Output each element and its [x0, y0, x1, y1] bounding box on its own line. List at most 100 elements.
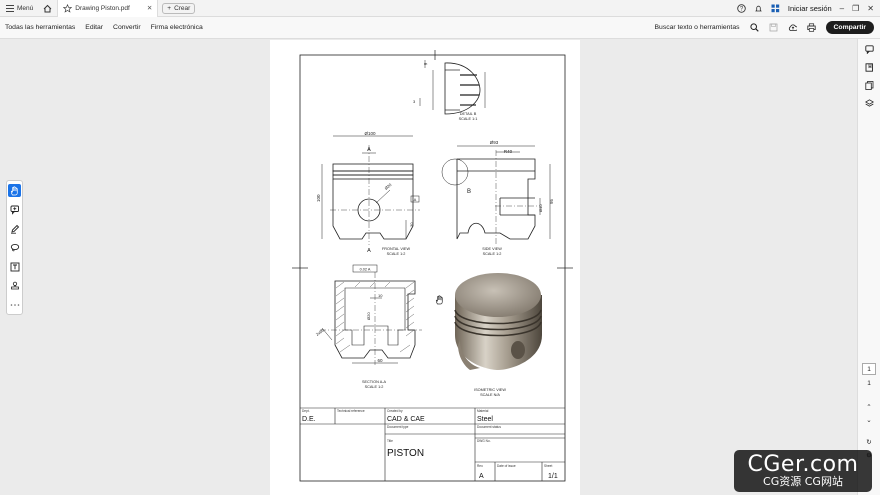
dim-d20-section: Ø20 [366, 312, 371, 320]
dim-d100: Ø100 [364, 131, 376, 136]
watermark-main: CGer.com [747, 452, 859, 477]
new-tab-label: Crear [174, 4, 191, 12]
dim-30: 30 [409, 222, 414, 227]
dim-95: 95 [549, 198, 554, 204]
add-comment-tool[interactable] [8, 203, 21, 216]
iso-view-label: ISOMETRIC VIEW [474, 388, 506, 392]
datum-a-box: A [414, 197, 417, 202]
dim-2x60: 2x60 [315, 327, 326, 337]
side-view-label: SIDE VIEW [482, 247, 502, 251]
tb-dept-label: Dept. [302, 409, 310, 413]
dim-m: m [424, 61, 428, 66]
main-toolbar: Todas las herramientas Editar Convertir … [0, 17, 880, 39]
stamp-tool[interactable] [8, 279, 21, 292]
pages-panel-icon[interactable] [864, 81, 874, 90]
tb-techref-label: Technical reference [337, 409, 365, 413]
menu-all-tools[interactable]: Todas las herramientas [0, 24, 80, 31]
tb-rev-value: A [479, 473, 484, 480]
plus-icon: + [167, 4, 172, 12]
draw-tool[interactable] [8, 241, 21, 254]
title-block [300, 407, 565, 481]
notifications-icon[interactable] [754, 4, 763, 13]
tb-sheet-label: Sheet [544, 464, 552, 468]
close-window-button[interactable]: ✕ [867, 4, 874, 13]
tb-title-label: Title [387, 439, 393, 443]
hamburger-icon [5, 4, 14, 13]
page-indicator-box[interactable]: 1 [862, 363, 876, 375]
cut-a-bottom: A [367, 248, 371, 254]
previous-page-icon[interactable]: ⌃ [866, 403, 871, 411]
tb-dept-value: D.E. [302, 416, 316, 423]
menu-button[interactable]: Menú [0, 0, 38, 17]
dim-60: 60 [377, 358, 383, 363]
star-icon[interactable] [63, 3, 73, 13]
tb-sheet-value: 1/1 [548, 473, 558, 480]
text-box-tool[interactable] [8, 260, 21, 273]
watermark-sub: CG资源 CG网站 [763, 475, 843, 488]
cut-a-top: A [367, 147, 371, 153]
more-horizontal-icon [10, 303, 19, 306]
pdf-page: 3 m DETAIL B SCALE 1:1 Ø100 100 A A Ø20 … [270, 40, 580, 495]
watermark-overlay: CGer.com CG资源 CG网站 [734, 450, 872, 492]
drawing-border [299, 54, 566, 482]
signin-link[interactable]: Iniciar sesión [788, 4, 832, 13]
dim-d20: Ø20 [383, 182, 393, 191]
cut-b-label: B [467, 189, 471, 195]
dim-3: 3 [413, 99, 416, 104]
detail-b-scale: SCALE 1:1 [459, 117, 478, 121]
text-box-icon [10, 262, 19, 271]
section-aa-label: SECTION A-A [362, 380, 387, 384]
stamp-icon [10, 281, 19, 289]
search-icon[interactable] [749, 23, 759, 32]
tab-drawing-piston[interactable]: Drawing Piston.pdf ✕ [57, 0, 159, 17]
home-icon [43, 4, 52, 13]
tb-dateofissue-label: Date of issue [497, 464, 516, 468]
layers-panel-icon[interactable] [864, 99, 874, 108]
frontal-view-label: FRONTAL VIEW [382, 247, 410, 251]
share-button[interactable]: Compartir [825, 21, 874, 34]
lasso-icon [10, 243, 19, 251]
tb-title-value: PISTON [387, 448, 424, 459]
isometric-piston-render [454, 273, 542, 370]
minimize-window-button[interactable]: – [840, 4, 844, 13]
iso-view-scale: SCALE N/A [480, 393, 500, 397]
section-aa-scale: SCALE 1:2 [365, 385, 384, 389]
dim-d40: Ø40 [538, 204, 543, 212]
menu-edit[interactable]: Editar [80, 24, 108, 31]
side-view-scale: SCALE 1:2 [483, 252, 502, 256]
more-tools-button[interactable] [8, 298, 21, 311]
tb-material-label: Material [477, 409, 489, 413]
highlight-tool[interactable] [8, 222, 21, 235]
cloud-upload-icon[interactable] [788, 23, 797, 32]
next-page-icon[interactable]: ⌄ [866, 416, 871, 424]
rotate-page-icon[interactable]: ↻ [866, 438, 871, 446]
tb-createdby-value: CAD & CAE [387, 416, 425, 423]
menu-label: Menú [17, 4, 34, 12]
tb-dwgno-label: DWG No. [477, 439, 491, 443]
tb-doctype-label: Document type [387, 425, 409, 429]
menu-convert[interactable]: Convertir [108, 24, 146, 31]
tb-docstatus-label: Document status [477, 425, 501, 429]
frontal-view [321, 135, 420, 245]
comment-add-icon [10, 205, 19, 215]
bookmark-panel-icon[interactable] [865, 63, 874, 72]
tb-material-value: Steel [477, 416, 493, 423]
dim-100: 100 [316, 194, 321, 202]
close-tab-icon[interactable]: ✕ [147, 4, 152, 12]
print-icon[interactable] [806, 23, 816, 32]
select-hand-tool[interactable] [8, 184, 21, 197]
new-tab-button[interactable]: + Crear [162, 2, 196, 14]
restore-window-button[interactable]: ❐ [852, 4, 859, 13]
tolerance-frame: 0.02 A [360, 268, 371, 272]
apps-grid-icon[interactable] [771, 4, 780, 13]
dim-r40: R40 [504, 149, 513, 154]
search-tools-label[interactable]: Buscar texto o herramientas [655, 24, 740, 31]
detail-b-view [419, 60, 486, 115]
pen-icon [10, 224, 19, 234]
home-button[interactable] [38, 0, 57, 17]
annotation-toolbar [6, 180, 23, 315]
help-icon[interactable]: ? [737, 3, 746, 13]
comments-panel-icon[interactable] [864, 45, 874, 54]
save-icon[interactable] [769, 23, 778, 32]
menu-e-sign[interactable]: Firma electrónica [146, 24, 208, 31]
